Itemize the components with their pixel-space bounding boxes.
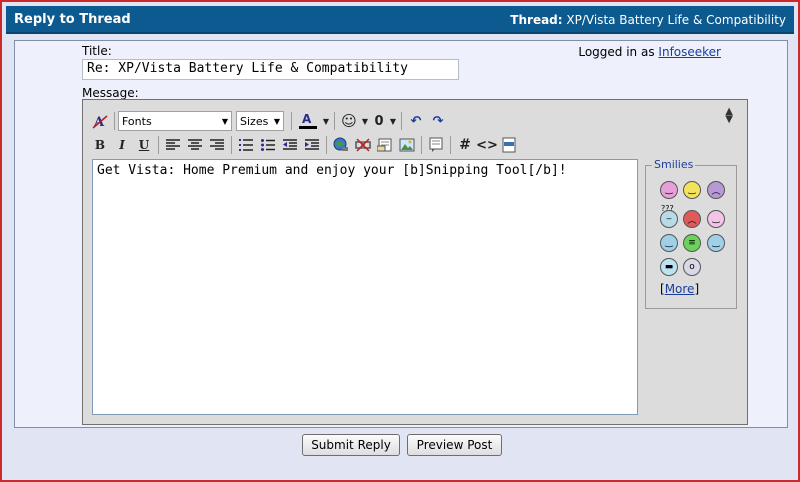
title-input[interactable]: Re: XP/Vista Battery Life & Compatibilit… <box>82 59 459 80</box>
smilies-legend: Smilies <box>652 158 696 171</box>
title-label: Title: <box>82 44 112 58</box>
html-code-button[interactable]: <> <box>476 134 498 156</box>
outdent-icon[interactable] <box>279 134 301 156</box>
toolbar-separator <box>421 136 422 154</box>
indent-icon[interactable] <box>301 134 323 156</box>
toolbar-separator <box>158 136 159 154</box>
thread-label: Thread: <box>510 13 563 27</box>
align-center-icon[interactable] <box>184 134 206 156</box>
username-link[interactable]: Infoseeker <box>658 45 721 59</box>
smile-icon[interactable]: ‿ <box>660 181 678 199</box>
undo-icon[interactable]: ↶ <box>405 110 427 132</box>
underline-button[interactable]: U <box>133 134 155 156</box>
message-label: Message: <box>82 86 139 100</box>
smilies-box: Smilies ‿ ‿ ︵ ??? ‒ ︵ ‿ ‿ ≡ ‿ ▬ o [More] <box>645 158 737 309</box>
reply-panel: Title: Re: XP/Vista Battery Life & Compa… <box>14 40 788 428</box>
smiley-insert-icon[interactable]: ☺ <box>338 110 360 132</box>
message-textarea[interactable]: Get Vista: Home Premium and enjoy your [… <box>92 159 638 415</box>
confused-icon[interactable]: ‒ <box>660 210 678 228</box>
resize-editor-icon[interactable]: ▲ ▼ <box>725 107 733 125</box>
font-select[interactable]: Fonts ▼ <box>118 111 232 131</box>
wink-icon[interactable]: ‿ <box>660 234 678 252</box>
toolbar-separator <box>114 112 115 130</box>
chevron-down-icon[interactable]: ▼ <box>360 110 370 132</box>
preview-post-button[interactable]: Preview Post <box>407 434 502 456</box>
frown-icon[interactable]: ︵ <box>707 181 725 199</box>
big-grin-icon[interactable]: ≡ <box>683 234 701 252</box>
italic-button[interactable]: I <box>111 134 133 156</box>
more-smilies: [More] <box>660 282 700 296</box>
logged-in-prefix: Logged in as <box>578 45 655 59</box>
bold-button[interactable]: B <box>89 134 111 156</box>
header-title: Reply to Thread <box>14 12 131 27</box>
more-smilies-link[interactable]: More <box>665 282 695 296</box>
toolbar-separator <box>231 136 232 154</box>
ordered-list-icon[interactable] <box>235 134 257 156</box>
happy-icon[interactable]: ‿ <box>683 181 701 199</box>
eek-icon[interactable]: o <box>683 258 701 276</box>
font-color-icon[interactable]: A <box>295 110 321 132</box>
cool-icon[interactable]: ▬ <box>660 258 678 276</box>
toolbar-separator <box>401 112 402 130</box>
insert-email-icon[interactable] <box>374 134 396 156</box>
redo-icon[interactable]: ↷ <box>427 110 449 132</box>
chevron-down-icon[interactable]: ▼ <box>388 110 398 132</box>
remove-link-icon[interactable] <box>352 134 374 156</box>
size-select-label: Sizes <box>240 114 269 128</box>
svg-text:A: A <box>302 112 312 126</box>
attachment-icon[interactable]: 0 <box>370 110 388 132</box>
toolbar-separator <box>450 136 451 154</box>
php-code-icon[interactable] <box>498 134 520 156</box>
reply-header: Reply to Thread Thread: XP/Vista Battery… <box>6 6 794 34</box>
toolbar-separator <box>326 136 327 154</box>
roll-eyes-icon[interactable]: ‿ <box>707 234 725 252</box>
bullet-list-icon[interactable] <box>257 134 279 156</box>
message-editor: A Fonts ▼ Sizes ▼ A ▼ ☺ ▼ 0 <box>82 99 748 425</box>
insert-link-icon[interactable] <box>330 134 352 156</box>
chevron-down-icon[interactable]: ▼ <box>321 110 331 132</box>
toolbar-separator <box>334 112 335 130</box>
align-right-icon[interactable] <box>206 134 228 156</box>
align-left-icon[interactable] <box>162 134 184 156</box>
window-frame: Reply to Thread Thread: XP/Vista Battery… <box>0 0 800 482</box>
thread-name: XP/Vista Battery Life & Compatibility <box>566 13 786 27</box>
thread-info: Thread: XP/Vista Battery Life & Compatib… <box>510 13 786 27</box>
toolbar-row-1: A Fonts ▼ Sizes ▼ A ▼ ☺ ▼ 0 <box>89 110 449 132</box>
code-hash-button[interactable]: # <box>454 134 476 156</box>
submit-reply-button[interactable]: Submit Reply <box>302 434 400 456</box>
quote-icon[interactable] <box>425 134 447 156</box>
remove-format-icon[interactable]: A <box>89 110 111 132</box>
logged-in-info: Logged in as Infoseeker <box>578 45 721 59</box>
tongue-icon[interactable]: ‿ <box>707 210 725 228</box>
chevron-down-icon: ▼ <box>221 116 228 126</box>
insert-image-icon[interactable] <box>396 134 418 156</box>
toolbar-row-2: B I U # <> <box>89 134 520 156</box>
chevron-down-icon: ▼ <box>273 116 280 126</box>
size-select[interactable]: Sizes ▼ <box>236 111 284 131</box>
font-select-label: Fonts <box>122 114 152 128</box>
mad-icon[interactable]: ︵ <box>683 210 701 228</box>
toolbar-separator <box>291 112 292 130</box>
